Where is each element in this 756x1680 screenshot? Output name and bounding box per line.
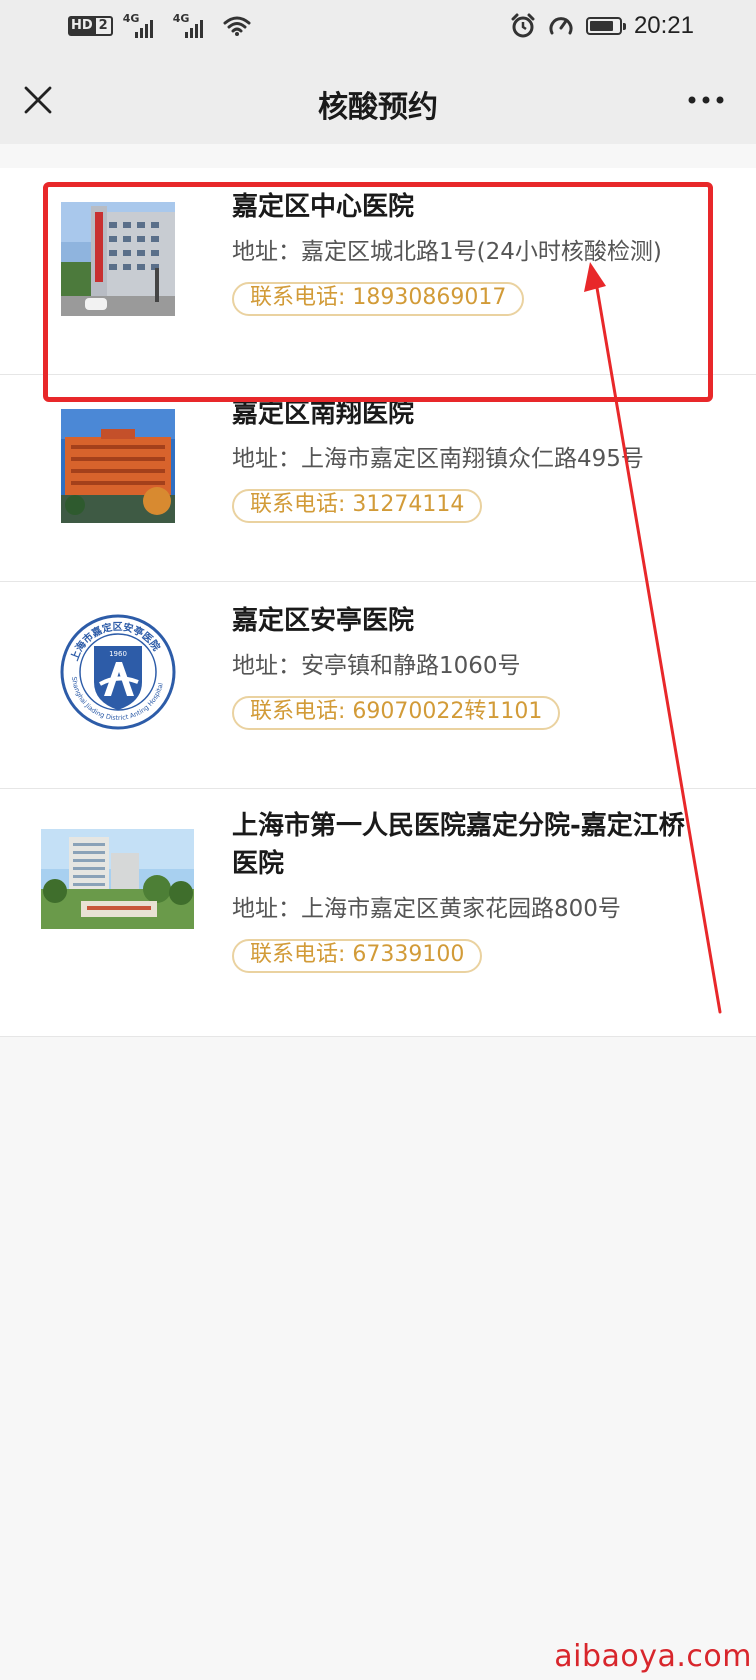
status-left: HD 2 4G 4G — [68, 12, 251, 38]
status-bar: HD 2 4G 4G 20:21 — [0, 0, 756, 56]
hospital-info: 嘉定区南翔医院 地址：上海市嘉定区南翔镇众仁路495号 联系电话: 312741… — [232, 395, 706, 523]
hospital-item[interactable]: 嘉定区中心医院 地址：嘉定区城北路1号(24小时核酸检测) 联系电话: 1893… — [0, 168, 756, 375]
hospital-info: 嘉定区安亭医院 地址：安亭镇和静路1060号 联系电话: 69070022转11… — [232, 602, 706, 730]
watermark: aibaoya.com — [554, 1639, 752, 1674]
hospital-name: 嘉定区安亭医院 — [232, 606, 415, 636]
hospital-name: 嘉定区南翔医院 — [232, 399, 415, 429]
logo-year: 1960 — [109, 650, 127, 658]
phone-button[interactable]: 联系电话: 31274114 — [232, 489, 483, 523]
alarm-icon — [511, 13, 535, 38]
hospital-address: 地址：上海市嘉定区黄家花园路800号 — [232, 896, 621, 922]
more-icon[interactable] — [686, 86, 726, 114]
speedometer-icon — [549, 17, 573, 35]
phone-button[interactable]: 联系电话: 67339100 — [232, 939, 483, 973]
battery-icon — [585, 17, 626, 35]
wifi-icon — [223, 16, 251, 36]
hospital-name: 上海市第一人民医院嘉定分院-嘉定江桥医院 — [232, 811, 685, 879]
phone-button[interactable]: 联系电话: 69070022转1101 — [232, 696, 561, 730]
hd-number: 2 — [95, 16, 113, 36]
signal-icon: 4G — [123, 12, 163, 38]
hd-label: HD — [68, 16, 96, 36]
page-title: 核酸预约 — [318, 90, 438, 125]
hospital-name: 嘉定区中心医院 — [232, 192, 415, 222]
hospital-info: 上海市第一人民医院嘉定分院-嘉定江桥医院 地址：上海市嘉定区黄家花园路800号 … — [232, 807, 706, 973]
hospital-logo: 上海市嘉定区安亭医院 Shanghai Jiading District Ant… — [58, 612, 178, 732]
hd-badge: HD 2 — [68, 16, 113, 36]
phone-button[interactable]: 联系电话: 18930869017 — [232, 282, 525, 316]
hospital-address: 地址：安亭镇和静路1060号 — [232, 653, 521, 679]
status-right: 20:21 — [510, 12, 694, 40]
battery-fill — [589, 21, 614, 31]
hospital-photo — [61, 202, 175, 316]
hospital-address: 地址：嘉定区城北路1号(24小时核酸检测) — [232, 239, 662, 265]
hospital-item[interactable]: 嘉定区南翔医院 地址：上海市嘉定区南翔镇众仁路495号 联系电话: 312741… — [0, 375, 756, 582]
hospital-address: 地址：上海市嘉定区南翔镇众仁路495号 — [232, 446, 644, 472]
hospital-item[interactable]: 上海市嘉定区安亭医院 Shanghai Jiading District Ant… — [0, 582, 756, 789]
status-time: 20:21 — [633, 12, 694, 39]
signal-icon-2: 4G — [173, 12, 213, 38]
nav-bar: 核酸预约 — [0, 56, 756, 144]
hospital-info: 嘉定区中心医院 地址：嘉定区城北路1号(24小时核酸检测) 联系电话: 1893… — [232, 188, 706, 316]
hospital-photo — [41, 829, 194, 929]
hospital-list: 嘉定区中心医院 地址：嘉定区城北路1号(24小时核酸检测) 联系电话: 1893… — [0, 168, 756, 1037]
hospital-photo — [61, 409, 175, 523]
hospital-item[interactable]: 上海市第一人民医院嘉定分院-嘉定江桥医院 地址：上海市嘉定区黄家花园路800号 … — [0, 789, 756, 1037]
